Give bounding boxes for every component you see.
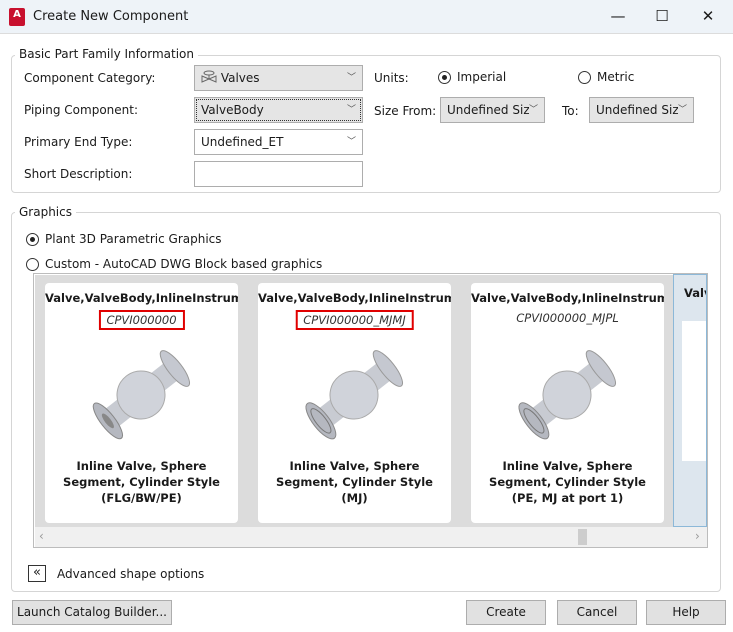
launch-catalog-builder-button[interactable]: Launch Catalog Builder... xyxy=(12,600,172,625)
card-title: Valve,ValveBody,InlineInstrument xyxy=(258,291,451,305)
piping-dropdown[interactable]: ValveBody ﹀ xyxy=(194,97,363,123)
scrollbar-thumb[interactable] xyxy=(578,529,587,545)
category-dropdown[interactable]: Valves ﹀ xyxy=(194,65,363,91)
basic-info-legend: Basic Part Family Information xyxy=(15,47,198,61)
chevron-down-icon: ﹀ xyxy=(528,98,538,122)
size-from-value: Undefined Size xyxy=(447,103,537,117)
card-code: CPVI000000_MJMJ xyxy=(295,310,414,330)
gallery-card[interactable]: Valve,ValveBody,InlineInstrument CPVI000… xyxy=(471,283,664,523)
gallery-card[interactable]: Valve,ValveBody,InlineInstrument CPVI000… xyxy=(258,283,451,523)
size-to-dropdown[interactable]: Undefined Size ﹀ xyxy=(589,97,694,123)
card-title: Valv xyxy=(684,286,706,300)
valve-icon xyxy=(201,70,217,83)
piping-value: ValveBody xyxy=(201,103,264,117)
category-label: Component Category: xyxy=(24,71,156,85)
gallery-strip: Valve,ValveBody,InlineInstrument CPVI000… xyxy=(35,274,707,527)
app-logo-icon: A xyxy=(9,8,25,26)
card-description: Inline Valve, Sphere Segment, Cylinder S… xyxy=(489,459,646,505)
horizontal-scrollbar[interactable]: ‹ › xyxy=(35,527,707,547)
scroll-left-icon[interactable]: ‹ xyxy=(39,529,44,543)
gallery-card[interactable]: Valve,ValveBody,InlineInstrument CPVI000… xyxy=(45,283,238,523)
size-from-dropdown[interactable]: Undefined Size ﹀ xyxy=(440,97,545,123)
endtype-label: Primary End Type: xyxy=(24,135,133,149)
graphics-gallery: Valve,ValveBody,InlineInstrument CPVI000… xyxy=(33,273,708,548)
maximize-button[interactable]: ☐ xyxy=(639,0,685,33)
units-label: Units: xyxy=(374,71,409,85)
endtype-dropdown[interactable]: Undefined_ET ﹀ xyxy=(194,129,363,155)
imperial-radio[interactable] xyxy=(438,71,451,84)
scroll-right-icon[interactable]: › xyxy=(695,529,700,543)
piping-label: Piping Component: xyxy=(24,103,139,117)
custom-label: Custom - AutoCAD DWG Block based graphic… xyxy=(45,257,323,271)
short-description-input[interactable] xyxy=(194,161,363,187)
cancel-button[interactable]: Cancel xyxy=(557,600,637,625)
card-title: Valve,ValveBody,InlineInstrument xyxy=(471,291,664,305)
desc-label: Short Description: xyxy=(24,167,133,181)
endtype-value: Undefined_ET xyxy=(201,135,284,149)
chevron-down-icon: ﹀ xyxy=(346,73,356,83)
chevron-down-icon: ﹀ xyxy=(677,98,687,122)
close-button[interactable]: ✕ xyxy=(685,0,731,33)
window-title: Create New Component xyxy=(33,9,189,24)
chevron-down-icon: ﹀ xyxy=(346,105,356,115)
gallery-card-partial[interactable]: Valv xyxy=(673,274,707,527)
minimize-button[interactable]: — xyxy=(595,0,641,33)
card-code: CPVI000000_MJPL xyxy=(516,311,619,325)
card-title: Valve,ValveBody,InlineInstrument xyxy=(45,291,238,305)
create-button[interactable]: Create xyxy=(466,600,546,625)
valve-image-icon xyxy=(92,350,191,440)
metric-label: Metric xyxy=(597,70,635,84)
imperial-label: Imperial xyxy=(457,70,507,84)
parametric-label: Plant 3D Parametric Graphics xyxy=(45,232,222,246)
custom-radio[interactable] xyxy=(26,258,39,271)
parametric-radio[interactable] xyxy=(26,233,39,246)
card-code: CPVI000000 xyxy=(98,310,185,330)
card-description: Inline Valve, Sphere Segment, Cylinder S… xyxy=(276,459,433,505)
size-to-value: Undefined Size xyxy=(596,103,686,117)
chevron-down-icon: ﹀ xyxy=(346,137,356,147)
size-from-label: Size From: xyxy=(374,104,437,118)
to-label: To: xyxy=(562,104,579,118)
graphics-legend: Graphics xyxy=(15,205,76,219)
category-value: Valves xyxy=(220,71,260,85)
card-description: Inline Valve, Sphere Segment, Cylinder S… xyxy=(63,459,220,505)
advanced-toggle-icon[interactable]: « xyxy=(28,565,46,582)
advanced-label[interactable]: Advanced shape options xyxy=(57,567,204,581)
metric-radio[interactable] xyxy=(578,71,591,84)
help-button[interactable]: Help xyxy=(646,600,726,625)
title-bar: A Create New Component — ☐ ✕ xyxy=(0,0,733,34)
valve-image-icon xyxy=(518,350,617,440)
valve-image-icon xyxy=(305,350,404,440)
